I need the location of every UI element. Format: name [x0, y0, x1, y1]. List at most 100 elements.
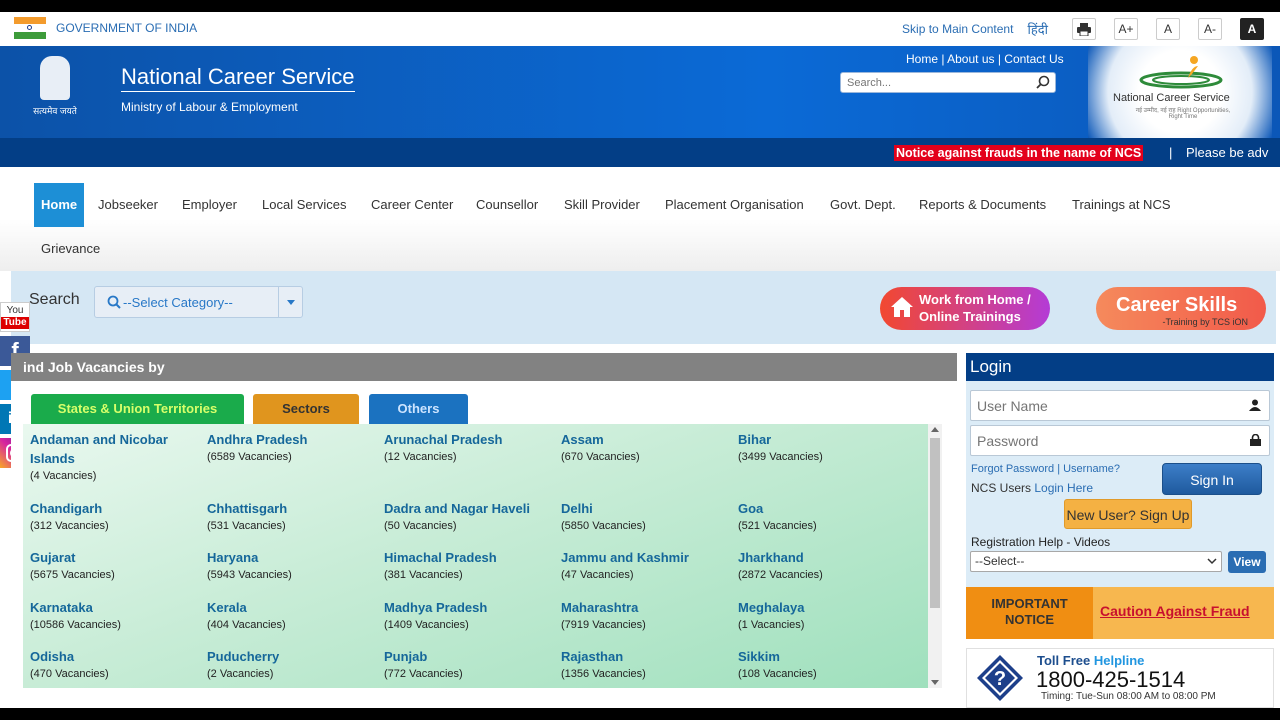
category-select[interactable]: --Select Category--: [94, 286, 303, 318]
nav-reports-documents[interactable]: Reports & Documents: [919, 183, 1046, 227]
vacancy-count: (12 Vacancies): [384, 451, 457, 463]
tab-states[interactable]: States & Union Territories: [31, 394, 244, 424]
nav-govt-dept[interactable]: Govt. Dept.: [830, 183, 896, 227]
state-item[interactable]: Kerala (404 Vacancies): [207, 598, 382, 634]
nav-counsellor[interactable]: Counsellor: [476, 183, 538, 227]
state-item[interactable]: Dadra and Nagar Haveli (50 Vacancies): [384, 499, 559, 535]
login-here-link[interactable]: Login Here: [1034, 481, 1093, 495]
hindi-language-link[interactable]: हिंदी: [1027, 20, 1048, 38]
caution-fraud-link[interactable]: Caution Against Fraud: [1100, 603, 1250, 619]
nav-placement-organisation[interactable]: Placement Organisation: [665, 183, 804, 227]
state-item[interactable]: Haryana (5943 Vacancies): [207, 548, 382, 584]
sign-in-button[interactable]: Sign In: [1162, 463, 1262, 495]
career-skills-button[interactable]: Career Skills -Training by TCS iON: [1096, 287, 1266, 330]
state-item[interactable]: Chhattisgarh (531 Vacancies): [207, 499, 382, 535]
state-item[interactable]: Rajasthan (1356 Vacancies): [561, 647, 736, 683]
state-name[interactable]: Goa: [738, 499, 913, 518]
state-item[interactable]: Jammu and Kashmir (47 Vacancies): [561, 548, 736, 584]
work-from-home-button[interactable]: Work from Home / Online Trainings: [880, 287, 1050, 330]
state-name[interactable]: Andaman and Nicobar Islands: [30, 430, 205, 468]
state-item[interactable]: Odisha (470 Vacancies): [30, 647, 205, 683]
state-item[interactable]: Madhya Pradesh (1409 Vacancies): [384, 598, 559, 634]
skip-to-main-link[interactable]: Skip to Main Content: [902, 22, 1013, 36]
sign-up-button[interactable]: New User? Sign Up: [1064, 499, 1192, 529]
scrollbar-thumb[interactable]: [930, 438, 940, 608]
youtube-icon[interactable]: You Tube: [0, 302, 30, 332]
state-name[interactable]: Jammu and Kashmir: [561, 548, 736, 567]
state-item[interactable]: Puducherry (2 Vacancies): [207, 647, 382, 683]
nav-jobseeker[interactable]: Jobseeker: [98, 183, 158, 227]
nav-local-services[interactable]: Local Services: [262, 183, 347, 227]
nav-trainings-at-ncs[interactable]: Trainings at NCS: [1072, 183, 1171, 227]
state-name[interactable]: Karnataka: [30, 598, 205, 617]
state-name[interactable]: Arunachal Pradesh: [384, 430, 559, 449]
fraud-notice-link[interactable]: Notice against frauds in the name of NCS: [894, 145, 1144, 161]
site-search-input[interactable]: [841, 73, 1021, 93]
tab-others[interactable]: Others: [369, 394, 468, 424]
password-input[interactable]: [971, 426, 1231, 455]
site-title[interactable]: National Career Service: [121, 64, 355, 92]
state-item[interactable]: Chandigarh (312 Vacancies): [30, 499, 205, 535]
font-normal-button[interactable]: A: [1156, 18, 1180, 40]
chevron-down-icon[interactable]: [278, 287, 302, 317]
state-name[interactable]: Odisha: [30, 647, 205, 666]
state-name[interactable]: Chhattisgarh: [207, 499, 382, 518]
username-input[interactable]: [971, 391, 1231, 420]
font-decrease-button[interactable]: A-: [1198, 18, 1222, 40]
state-name[interactable]: Himachal Pradesh: [384, 548, 559, 567]
state-item[interactable]: Delhi (5850 Vacancies): [561, 499, 736, 535]
state-name[interactable]: Jharkhand: [738, 548, 913, 567]
state-name[interactable]: Andhra Pradesh: [207, 430, 382, 449]
state-item[interactable]: Andhra Pradesh (6589 Vacancies): [207, 430, 382, 466]
state-name[interactable]: Haryana: [207, 548, 382, 567]
state-item[interactable]: Goa (521 Vacancies): [738, 499, 913, 535]
state-name[interactable]: Dadra and Nagar Haveli: [384, 499, 559, 518]
scroll-up-icon[interactable]: [931, 427, 939, 432]
print-button[interactable]: [1072, 18, 1096, 40]
username-field[interactable]: [970, 390, 1270, 421]
font-increase-button[interactable]: A+: [1114, 18, 1138, 40]
state-item[interactable]: Karnataka (10586 Vacancies): [30, 598, 205, 634]
nav-grievance[interactable]: Grievance: [41, 241, 100, 256]
view-button[interactable]: View: [1228, 551, 1266, 573]
top-links[interactable]: Home | About us | Contact Us: [906, 52, 1064, 66]
state-item[interactable]: Punjab (772 Vacancies): [384, 647, 559, 683]
state-name[interactable]: Maharashtra: [561, 598, 736, 617]
state-name[interactable]: Puducherry: [207, 647, 382, 666]
states-scrollbar[interactable]: [928, 424, 942, 688]
state-item[interactable]: Assam (670 Vacancies): [561, 430, 736, 466]
state-name[interactable]: Meghalaya: [738, 598, 913, 617]
search-icon[interactable]: [1036, 75, 1050, 89]
state-name[interactable]: Rajasthan: [561, 647, 736, 666]
forgot-password-link[interactable]: Forgot Password | Username?: [971, 463, 1120, 475]
state-name[interactable]: Chandigarh: [30, 499, 205, 518]
state-name[interactable]: Gujarat: [30, 548, 205, 567]
nav-home[interactable]: Home: [34, 183, 85, 227]
password-field[interactable]: [970, 425, 1270, 456]
state-item[interactable]: Maharashtra (7919 Vacancies): [561, 598, 736, 634]
scroll-down-icon[interactable]: [931, 680, 939, 685]
site-search[interactable]: [840, 72, 1056, 93]
nav-career-center[interactable]: Career Center: [371, 183, 453, 227]
nav-skill-provider[interactable]: Skill Provider: [564, 183, 640, 227]
state-item[interactable]: Arunachal Pradesh (12 Vacancies): [384, 430, 559, 466]
nav-employer[interactable]: Employer: [182, 183, 237, 227]
state-name[interactable]: Assam: [561, 430, 736, 449]
state-item[interactable]: Meghalaya (1 Vacancies): [738, 598, 913, 634]
vacancy-count: (6589 Vacancies): [207, 451, 292, 463]
state-item[interactable]: Sikkim (108 Vacancies): [738, 647, 913, 683]
state-item[interactable]: Bihar (3499 Vacancies): [738, 430, 913, 466]
high-contrast-button[interactable]: A: [1240, 18, 1264, 40]
state-item[interactable]: Jharkhand (2872 Vacancies): [738, 548, 913, 584]
state-name[interactable]: Kerala: [207, 598, 382, 617]
state-item[interactable]: Himachal Pradesh (381 Vacancies): [384, 548, 559, 584]
registration-video-select[interactable]: --Select--: [970, 551, 1222, 572]
state-name[interactable]: Madhya Pradesh: [384, 598, 559, 617]
state-name[interactable]: Sikkim: [738, 647, 913, 666]
state-item[interactable]: Andaman and Nicobar Islands (4 Vacancies): [30, 430, 205, 485]
state-item[interactable]: Gujarat (5675 Vacancies): [30, 548, 205, 584]
tab-sectors[interactable]: Sectors: [253, 394, 359, 424]
state-name[interactable]: Bihar: [738, 430, 913, 449]
state-name[interactable]: Delhi: [561, 499, 736, 518]
state-name[interactable]: Punjab: [384, 647, 559, 666]
